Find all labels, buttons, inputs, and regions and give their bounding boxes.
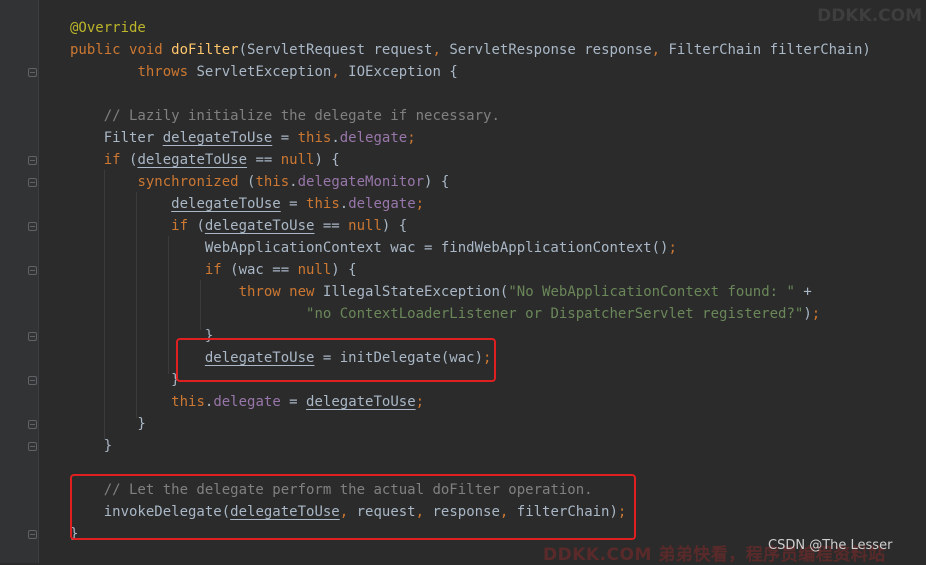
- code-editor[interactable]: @Override public void doFilter(ServletRe…: [70, 17, 871, 545]
- fold-marker-icon[interactable]: [28, 156, 37, 165]
- fold-marker-icon[interactable]: [28, 442, 37, 451]
- fold-marker-icon[interactable]: [28, 68, 37, 77]
- code-line: public void doFilter(ServletRequest requ…: [70, 42, 871, 58]
- code-line: }: [70, 438, 113, 454]
- credit-label: CSDN @The Lesser: [768, 538, 893, 553]
- code-line: throws ServletException, IOException {: [137, 64, 458, 80]
- fold-marker-icon[interactable]: [28, 266, 37, 275]
- code-line: if (delegateToUse == null) {: [103, 152, 340, 168]
- fold-marker-icon[interactable]: [28, 222, 37, 231]
- fold-marker-icon[interactable]: [28, 178, 37, 187]
- code-line: WebApplicationContext wac = findWebAppli…: [70, 240, 677, 256]
- code-line: delegateToUse = this.delegate;: [171, 196, 425, 212]
- highlight-box-invoke-delegate: [70, 474, 636, 540]
- code-line: throw new IllegalStateException("No WebA…: [238, 284, 812, 300]
- editor-gutter: [0, 0, 39, 563]
- watermark-top: DDKK.COM: [817, 6, 922, 26]
- fold-marker-icon[interactable]: [28, 376, 37, 385]
- code-line: if (wac == null) {: [204, 262, 357, 278]
- code-line: "no ContextLoaderListener or DispatcherS…: [306, 306, 821, 322]
- fold-marker-icon[interactable]: [28, 420, 37, 429]
- fold-marker-icon[interactable]: [28, 530, 37, 539]
- code-line: synchronized (this.delegateMonitor) {: [137, 174, 450, 190]
- highlight-box-init-delegate: [176, 338, 496, 382]
- fold-marker-icon[interactable]: [28, 332, 37, 341]
- code-line: if (delegateToUse == null) {: [171, 218, 408, 234]
- code-line: }: [70, 416, 146, 432]
- code-line: Filter delegateToUse = this.delegate;: [70, 130, 416, 146]
- code-line: @Override: [70, 20, 146, 36]
- code-line: this.delegate = delegateToUse;: [171, 394, 425, 410]
- code-line: // Lazily initialize the delegate if nec…: [103, 108, 500, 124]
